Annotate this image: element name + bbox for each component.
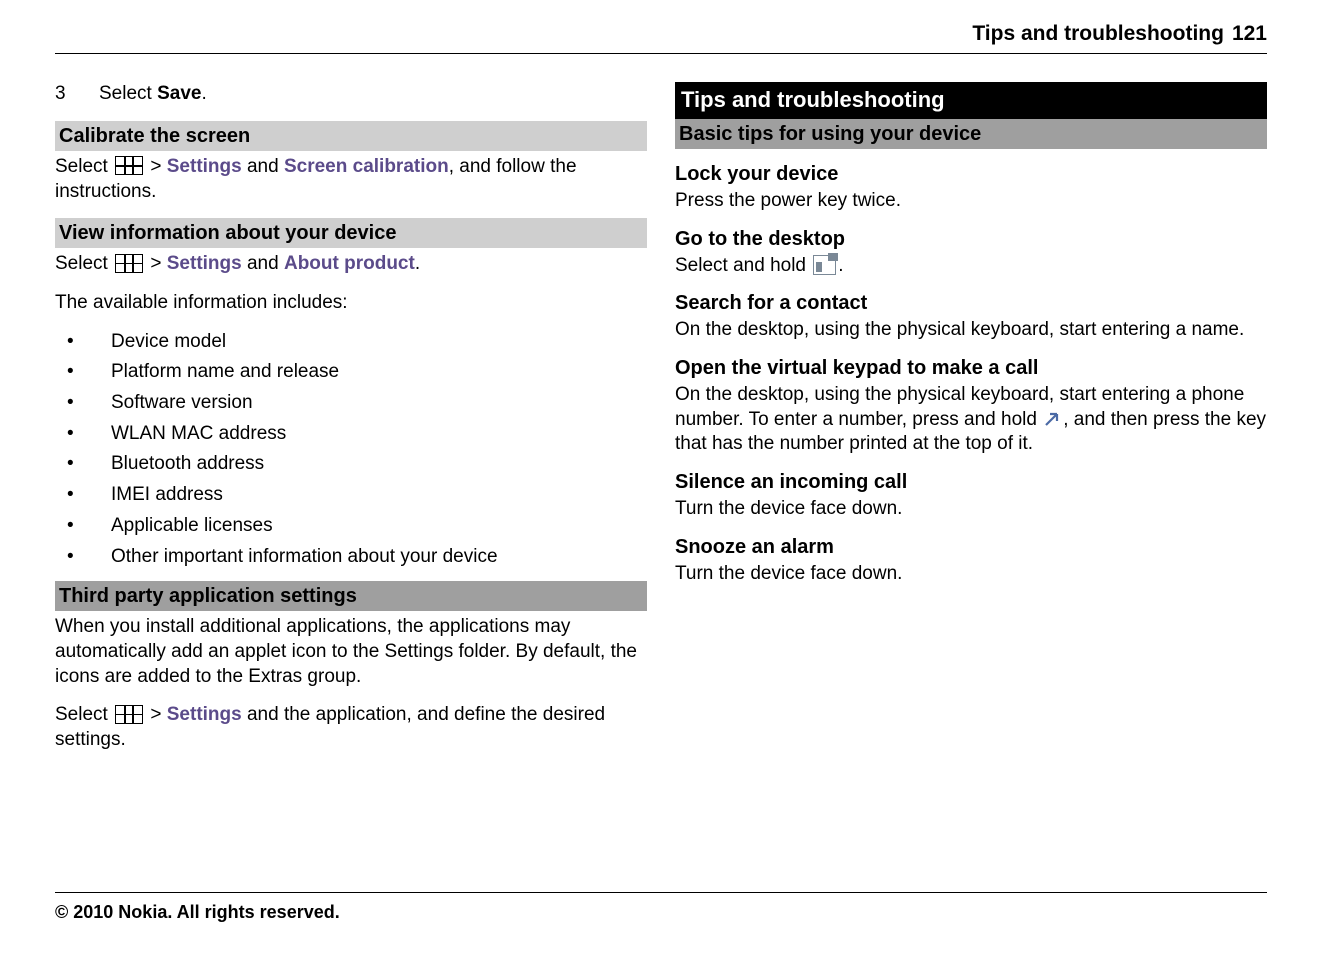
list-item: •WLAN MAC address <box>55 422 647 447</box>
t: Select <box>55 156 113 177</box>
t: Select <box>55 704 113 725</box>
right-column: Tips and troubleshooting Basic tips for … <box>675 82 1267 766</box>
info-list: •Device model •Platform name and release… <box>55 330 647 570</box>
screen-calibration-link: Screen calibration <box>284 156 449 177</box>
list-text: IMEI address <box>111 483 223 508</box>
list-text: Device model <box>111 330 226 355</box>
t: . <box>838 255 843 276</box>
list-item: •Software version <box>55 391 647 416</box>
t: . <box>415 253 420 274</box>
bullet-icon: • <box>55 422 111 447</box>
t: Select and hold <box>675 255 811 276</box>
list-text: Software version <box>111 391 253 416</box>
t: Select <box>55 253 113 274</box>
list-item: •Other important information about your … <box>55 545 647 570</box>
t: > <box>145 704 167 725</box>
heading-search: Search for a contact <box>675 290 1267 316</box>
header-page-number: 121 <box>1232 20 1267 47</box>
settings-link: Settings <box>167 253 242 274</box>
bullet-icon: • <box>55 391 111 416</box>
bullet-icon: • <box>55 330 111 355</box>
desktop-text: Select and hold . <box>675 254 1267 279</box>
t: and <box>242 253 284 274</box>
heading-third-party: Third party application settings <box>55 581 647 611</box>
view-info-text: Select > Settings and About product. <box>55 252 647 277</box>
footer-copyright: © 2010 Nokia. All rights reserved. <box>55 892 1267 924</box>
chapter-title: Tips and troubleshooting <box>675 82 1267 119</box>
heading-keypad: Open the virtual keypad to make a call <box>675 355 1267 381</box>
t: > <box>145 156 167 177</box>
left-column: 3 Select Save. Calibrate the screen Sele… <box>55 82 647 766</box>
third-party-p2: Select > Settings and the application, a… <box>55 703 647 752</box>
fn-arrow-icon <box>1044 410 1061 427</box>
list-text: Applicable licenses <box>111 514 273 539</box>
bullet-icon: • <box>55 483 111 508</box>
menu-grid-icon <box>115 156 143 175</box>
bullet-icon: • <box>55 452 111 477</box>
list-item: •Device model <box>55 330 647 355</box>
heading-snooze: Snooze an alarm <box>675 534 1267 560</box>
heading-view-info: View information about your device <box>55 218 647 248</box>
t: > <box>145 253 167 274</box>
task-switcher-icon <box>813 255 836 275</box>
about-product-link: About product <box>284 253 415 274</box>
heading-desktop: Go to the desktop <box>675 226 1267 252</box>
list-text: Platform name and release <box>111 360 339 385</box>
step-number: 3 <box>55 82 99 107</box>
info-intro: The available information includes: <box>55 291 647 316</box>
silence-text: Turn the device face down. <box>675 497 1267 522</box>
lock-text: Press the power key twice. <box>675 189 1267 214</box>
calibrate-text: Select > Settings and Screen calibration… <box>55 155 647 204</box>
list-item: •Platform name and release <box>55 360 647 385</box>
list-text: WLAN MAC address <box>111 422 286 447</box>
step-prefix: Select <box>99 83 157 104</box>
bullet-icon: • <box>55 545 111 570</box>
settings-link: Settings <box>167 704 242 725</box>
settings-link: Settings <box>167 156 242 177</box>
step-suffix: . <box>201 83 206 104</box>
step-bold: Save <box>157 83 201 104</box>
third-party-p1: When you install additional applications… <box>55 615 647 689</box>
heading-calibrate: Calibrate the screen <box>55 121 647 151</box>
list-item: •IMEI address <box>55 483 647 508</box>
list-item: •Bluetooth address <box>55 452 647 477</box>
section-title: Basic tips for using your device <box>675 119 1267 149</box>
heading-lock: Lock your device <box>675 161 1267 187</box>
page: Tips and troubleshooting 121 3 Select Sa… <box>0 0 1322 954</box>
step-text: Select Save. <box>99 82 207 107</box>
list-text: Bluetooth address <box>111 452 264 477</box>
step-3: 3 Select Save. <box>55 82 647 107</box>
header-title: Tips and troubleshooting <box>972 20 1224 47</box>
t: and <box>242 156 284 177</box>
menu-grid-icon <box>115 705 143 724</box>
list-item: •Applicable licenses <box>55 514 647 539</box>
menu-grid-icon <box>115 254 143 273</box>
list-text: Other important information about your d… <box>111 545 498 570</box>
bullet-icon: • <box>55 514 111 539</box>
heading-silence: Silence an incoming call <box>675 469 1267 495</box>
snooze-text: Turn the device face down. <box>675 562 1267 587</box>
bullet-icon: • <box>55 360 111 385</box>
page-header: Tips and troubleshooting 121 <box>55 20 1267 54</box>
search-text: On the desktop, using the physical keybo… <box>675 318 1267 343</box>
content-columns: 3 Select Save. Calibrate the screen Sele… <box>55 82 1267 766</box>
keypad-text: On the desktop, using the physical keybo… <box>675 383 1267 457</box>
